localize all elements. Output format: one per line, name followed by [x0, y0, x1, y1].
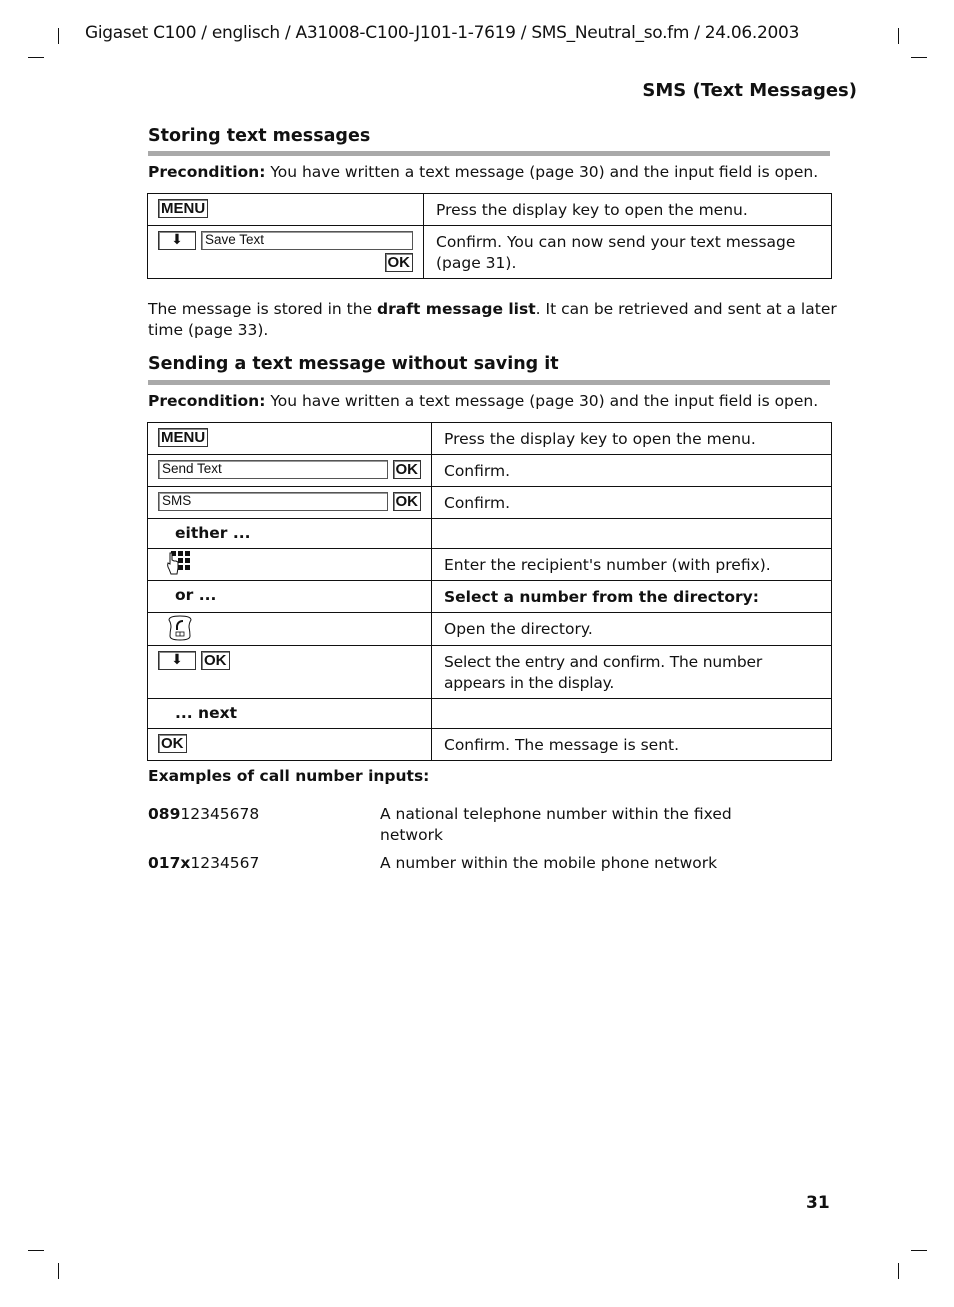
step-desc	[431, 698, 832, 729]
step-desc: Confirm. The message is sent.	[431, 728, 832, 761]
crop-mark	[911, 1250, 927, 1251]
example-desc: A national telephone number within the f…	[380, 805, 732, 844]
step-desc: Select a number from the directory:	[431, 580, 832, 613]
heading-sending: Sending a text message without saving it	[148, 354, 559, 374]
crop-mark	[28, 57, 44, 58]
step-desc: Press the display key to open the menu.	[423, 193, 832, 226]
down-arrow-key[interactable]: ⬇	[158, 651, 196, 670]
examples-title: Examples of call number inputs:	[148, 767, 430, 785]
precondition-label: Precondition:	[148, 163, 266, 181]
step-desc	[431, 518, 832, 549]
menu-key[interactable]: MENU	[158, 428, 209, 447]
example-desc: A number within the mobile phone network	[380, 854, 718, 872]
step-desc: Press the display key to open the menu.	[431, 422, 832, 455]
step-desc: Confirm. You can now send your text mess…	[423, 225, 832, 279]
table-row: MENU Press the display key to open the m…	[147, 193, 832, 226]
table-row: ⬇ OK Select the entry and confirm. The nu…	[147, 645, 832, 699]
precondition-text: You have written a text message (page 30…	[265, 163, 819, 181]
number-prefix: 089	[148, 805, 181, 823]
crop-mark	[28, 1250, 44, 1251]
ok-key[interactable]: OK	[384, 253, 413, 272]
note-text: The message is stored in the	[148, 300, 378, 318]
either-label: either ...	[175, 524, 251, 542]
table-row: ⬇ Save Text OK Confirm. You can now send…	[147, 225, 832, 279]
ok-key[interactable]: OK	[392, 492, 421, 511]
heading-rule	[148, 380, 830, 385]
crop-mark	[898, 28, 899, 44]
crop-mark	[898, 1263, 899, 1279]
step-desc: Select the entry and confirm. The number…	[431, 645, 832, 699]
step-desc: Enter the recipient's number (with prefi…	[431, 548, 832, 581]
table-row: Enter the recipient's number (with prefi…	[147, 548, 832, 581]
table-row: Send Text OK Confirm.	[147, 454, 832, 487]
menu-field-save-text[interactable]: Save Text	[201, 231, 413, 250]
ok-key[interactable]: OK	[392, 460, 421, 479]
step-desc: Confirm.	[431, 454, 832, 487]
menu-field-sms[interactable]: SMS	[158, 492, 388, 511]
or-label: or ...	[175, 586, 217, 604]
table-row: or ... Select a number from the director…	[147, 580, 832, 613]
number-rest: 12345678	[180, 805, 260, 823]
heading-rule	[148, 151, 830, 156]
example-number: 08912345678	[148, 804, 259, 825]
table-row: either ...	[147, 518, 832, 549]
storing-steps-table: MENU Press the display key to open the m…	[147, 193, 832, 279]
menu-field-send-text[interactable]: Send Text	[158, 460, 388, 479]
number-rest: 1234567	[190, 854, 260, 872]
running-header: Gigaset C100 / englisch / A31008-C100-J1…	[85, 23, 800, 43]
number-prefix: 017x	[148, 854, 191, 872]
step-desc: Confirm.	[431, 486, 832, 519]
heading-storing: Storing text messages	[148, 126, 371, 146]
step-desc: Open the directory.	[431, 612, 832, 646]
draft-list-term: draft message list	[377, 300, 536, 318]
table-row: ... next	[147, 698, 832, 729]
ok-key[interactable]: OK	[201, 651, 230, 670]
table-row: MENU Press the display key to open the m…	[147, 422, 832, 455]
precondition-storing: Precondition: You have written a text me…	[148, 162, 838, 183]
crop-mark	[911, 57, 927, 58]
ok-key[interactable]: OK	[158, 734, 187, 753]
precondition-text: You have written a text message (page 30…	[265, 392, 819, 410]
page-number: 31	[806, 1193, 830, 1213]
table-row: SMS OK Confirm.	[147, 486, 832, 519]
example-number: 017x1234567	[148, 853, 259, 874]
next-label: ... next	[175, 704, 238, 722]
sending-steps-table: MENU Press the display key to open the m…	[147, 422, 832, 761]
draft-note: The message is stored in the draft messa…	[148, 299, 838, 341]
table-row: OK Confirm. The message is sent.	[147, 728, 832, 761]
down-arrow-key[interactable]: ⬇	[158, 231, 196, 250]
crop-mark	[58, 28, 59, 44]
menu-key[interactable]: MENU	[158, 199, 209, 218]
precondition-sending: Precondition: You have written a text me…	[148, 391, 838, 412]
directory-key-icon[interactable]	[166, 615, 194, 641]
section-title: SMS (Text Messages)	[642, 80, 857, 101]
keypad-icon[interactable]	[166, 550, 192, 576]
crop-mark	[58, 1263, 59, 1279]
table-row: Open the directory.	[147, 612, 832, 646]
precondition-label: Precondition:	[148, 392, 266, 410]
